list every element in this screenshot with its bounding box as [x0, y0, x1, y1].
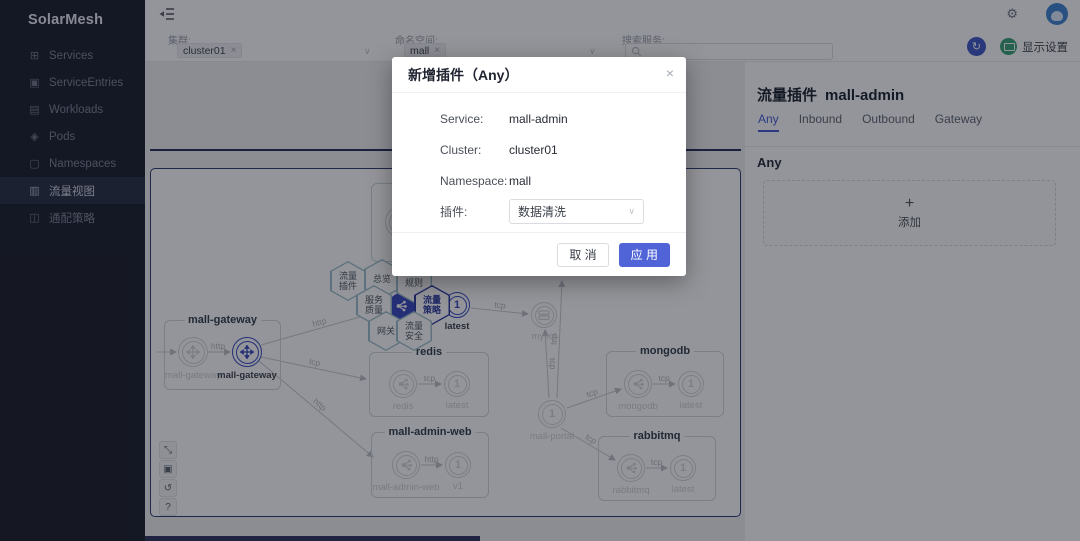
add-plugin-modal: 新增插件（Any） × Service:mall-adminCluster:cl… [392, 57, 686, 276]
modal-header: 新增插件（Any） × [392, 57, 686, 93]
screen: SolarMesh ⊞Services▣ServiceEntries▤Workl… [0, 0, 1080, 541]
cancel-button[interactable]: 取 消 [557, 243, 608, 267]
plugin-field-label: 插件: [440, 203, 509, 220]
modal-field-row: Cluster:cluster01 [440, 134, 686, 165]
modal-field-value: mall-admin [509, 112, 568, 126]
modal-field-label: Cluster: [440, 143, 509, 157]
plugin-select-value: 数据清洗 [518, 203, 566, 220]
modal-field-label: Service: [440, 112, 509, 126]
chevron-down-icon: ∨ [628, 206, 635, 217]
modal-body: Service:mall-adminCluster:cluster01Names… [392, 93, 686, 227]
modal-title: 新增插件（Any） [408, 65, 518, 85]
plugin-select[interactable]: 数据清洗 ∨ [509, 199, 644, 224]
modal-footer: 取 消 应 用 [392, 232, 686, 276]
modal-field-label: Namespace: [440, 174, 509, 188]
close-icon[interactable]: × [666, 65, 674, 81]
modal-field-value: mall [509, 174, 531, 188]
plugin-field-row: 插件: 数据清洗 ∨ [440, 196, 686, 227]
modal-field-row: Namespace:mall [440, 165, 686, 196]
apply-button[interactable]: 应 用 [619, 243, 670, 267]
modal-field-value: cluster01 [509, 143, 558, 157]
modal-field-row: Service:mall-admin [440, 103, 686, 134]
